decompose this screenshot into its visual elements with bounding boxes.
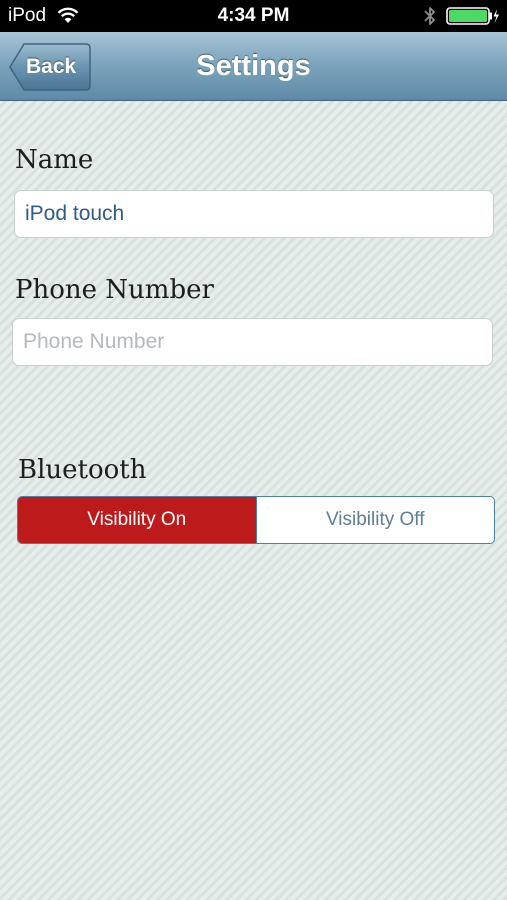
bluetooth-label: Bluetooth (18, 455, 147, 485)
phone-number-label: Phone Number (15, 275, 214, 305)
name-label: Name (15, 145, 94, 175)
bluetooth-icon (424, 7, 435, 25)
page-title: Settings (196, 50, 311, 82)
status-bar: iPod 4:34 PM (0, 0, 507, 32)
bluetooth-visibility-control: Visibility On Visibility Off (17, 496, 495, 544)
visibility-on-segment[interactable]: Visibility On (18, 497, 256, 543)
visibility-off-segment[interactable]: Visibility Off (255, 497, 494, 543)
name-input[interactable] (14, 190, 494, 238)
battery-charging-icon (446, 7, 499, 25)
nav-bar: Back Settings (0, 32, 507, 101)
phone-number-input[interactable] (12, 318, 493, 366)
